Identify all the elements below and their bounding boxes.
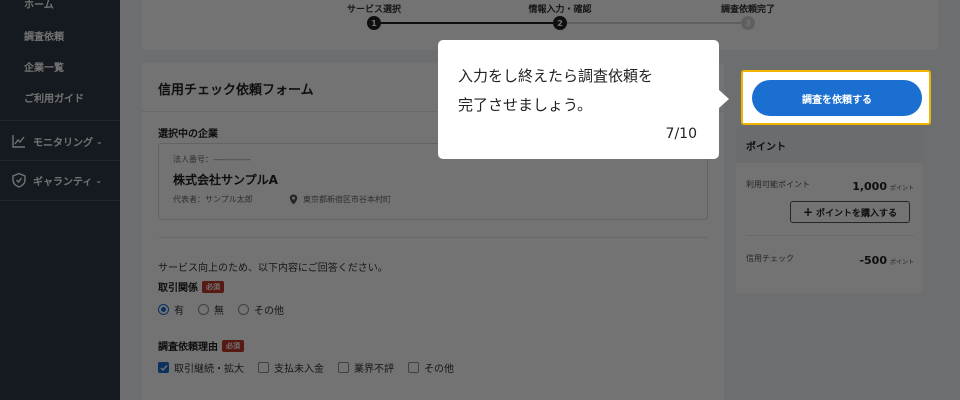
option-label: その他 [254,306,284,317]
option-label: 有 [174,306,184,317]
chevron-down-icon: ⌄ [96,136,103,146]
chart-line-icon [11,133,27,149]
company-address: 東京都新宿区市谷本村町 [289,194,391,205]
step-number: 2 [553,16,567,30]
relation-label: 取引関係 必須 [158,279,224,294]
selected-company-label: 選択中の企業 [158,129,218,140]
reason-option-other[interactable]: その他 [408,360,454,375]
sidebar-item-companies[interactable]: 企業一覧 [24,59,64,74]
radio[interactable] [158,304,169,315]
reason-options: 取引継続・拡大 支払未入金 業界不評 その他 [158,360,468,375]
buy-points-button[interactable]: + ポイントを購入する [790,201,910,223]
required-badge: 必須 [202,280,224,293]
available-points-label: 利用可能ポイント [746,180,810,189]
field-label-text: 取引関係 [158,283,198,294]
relation-options: 有 無 その他 [158,302,298,317]
request-survey-button[interactable]: 調査を依頼する [752,80,922,116]
sidebar-group-guarantee[interactable]: ギャランティ ⌄ [0,161,120,199]
credit-check-value: -500 [859,254,887,267]
available-points-value: 1,000 [852,180,887,193]
sidebar-item-guide[interactable]: ご利用ガイド [24,90,84,105]
sidebar-group-monitoring[interactable]: モニタリング ⌄ [0,122,120,160]
tooltip-text: 入力をし終えたら調査依頼を 完了させましょう。 [458,62,708,120]
reason-option-reputation[interactable]: 業界不評 [338,360,394,375]
sidebar-divider [0,120,120,121]
tooltip-line: 完了させましょう。 [458,96,593,114]
sidebar-group-label: モニタリング [33,137,93,149]
reason-label: 調査依頼理由 必須 [158,338,244,353]
points-card: ポイント 利用可能ポイント 1,000 ポイント + ポイントを購入する 信用チェ… [736,127,923,293]
form-title: 信用チェック依頼フォーム [158,83,314,98]
sidebar-item-home[interactable]: ホーム [24,0,54,11]
tooltip-arrow [719,90,729,108]
sidebar-group-label: ギャランティ [33,176,93,188]
relation-option-yes[interactable]: 有 [158,302,184,317]
divider [158,237,708,238]
credit-check-row: 信用チェック -500 ポイント [746,249,914,268]
available-points-row: 利用可能ポイント 1,000 ポイント [746,175,914,194]
survey-note: サービス向上のため、以下内容にご回答ください。 [158,263,388,274]
tooltip-step-counter: 7/10 [665,126,697,142]
step-number: 1 [367,16,381,30]
buy-points-label: ポイントを購入する [816,208,898,219]
chevron-down-icon: ⌄ [95,175,103,185]
representative: 代表者：サンプル太郎 [173,195,253,204]
checkbox[interactable] [258,362,269,373]
points-unit: ポイント [889,185,914,192]
address-text: 東京都新宿区市谷本村町 [303,195,391,204]
step-label: 情報入力・確認 [528,5,592,15]
checkbox[interactable] [408,362,419,373]
step-label: 調査依頼完了 [720,5,776,15]
points-title: ポイント [736,127,923,163]
required-badge: 必須 [222,339,244,352]
shield-check-icon [11,172,27,188]
sidebar-item-request[interactable]: 調査依頼 [24,28,64,43]
corp-number: 法人番号：------------- [173,155,251,164]
step-number: 3 [741,16,755,30]
company-name: 株式会社サンプルA [173,173,278,187]
credit-check-label: 信用チェック [746,254,794,263]
step-connector [560,22,748,24]
step-connector [374,22,560,24]
points-unit: ポイント [889,259,914,266]
relation-option-other[interactable]: その他 [238,302,284,317]
checkbox[interactable] [158,362,169,373]
option-label: 支払未入金 [274,364,324,375]
option-label: その他 [424,364,454,375]
cta-highlight: 調査を依頼する [741,70,931,125]
radio[interactable] [238,304,249,315]
location-pin-icon [289,194,298,205]
option-label: 業界不評 [354,364,394,375]
radio[interactable] [198,304,209,315]
step-label: サービス選択 [346,5,402,15]
checkbox[interactable] [338,362,349,373]
plus-icon: + [802,205,814,219]
sidebar: ホーム 調査依頼 企業一覧 ご利用ガイド モニタリング ⌄ ギャランティ ⌄ [0,0,120,400]
sidebar-divider [0,200,120,201]
option-label: 取引継続・拡大 [174,364,244,375]
reason-option-continue[interactable]: 取引継続・拡大 [158,360,244,375]
option-label: 無 [214,306,224,317]
field-label-text: 調査依頼理由 [158,342,218,353]
tooltip-line: 入力をし終えたら調査依頼を [458,67,654,85]
tutorial-tooltip: 入力をし終えたら調査依頼を 完了させましょう。 7/10 [438,40,719,159]
relation-option-no[interactable]: 無 [198,302,224,317]
reason-option-unpaid[interactable]: 支払未入金 [258,360,324,375]
divider [746,235,914,236]
